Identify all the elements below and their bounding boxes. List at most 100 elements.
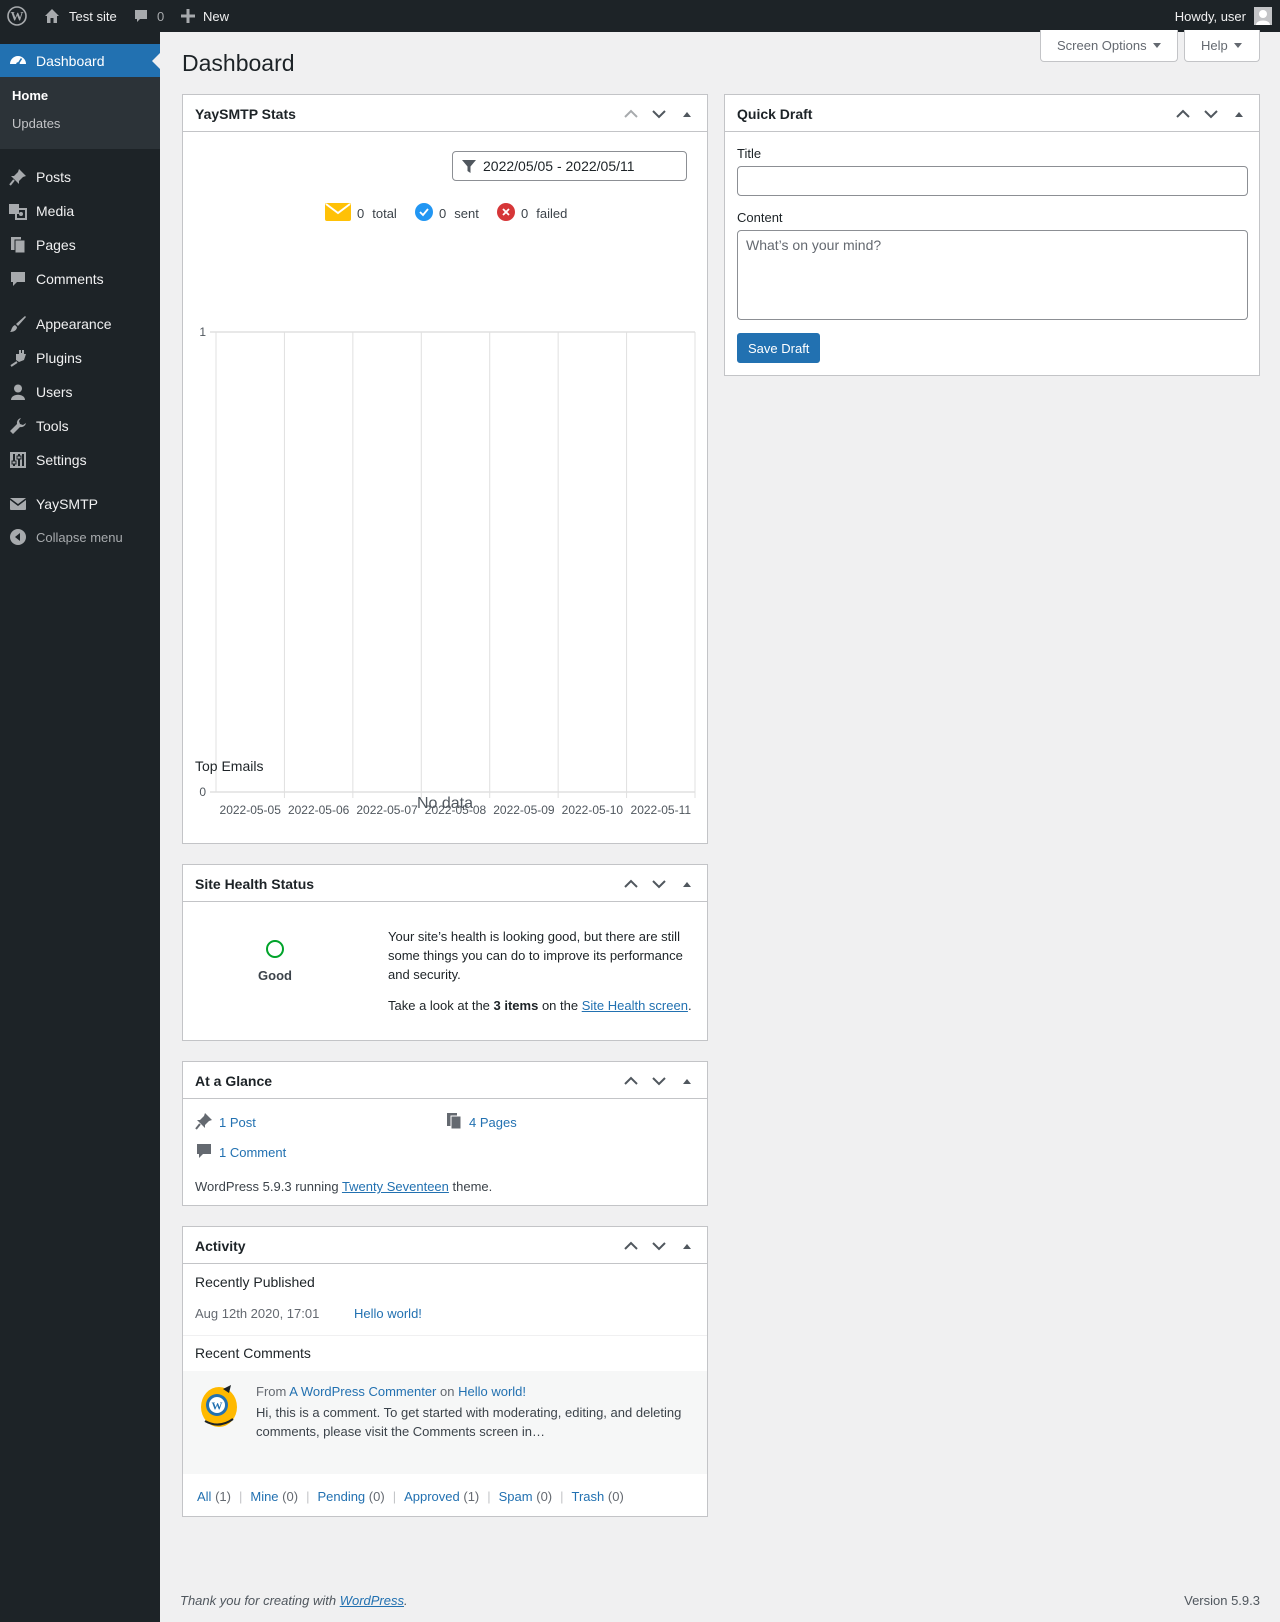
comment-icon (8, 269, 28, 289)
dashboard-icon (8, 51, 28, 71)
comment-post-link[interactable]: Hello world! (458, 1384, 526, 1399)
move-down-icon[interactable] (647, 104, 671, 124)
filter-all[interactable]: All (1) (197, 1489, 231, 1504)
settings-icon (8, 450, 28, 470)
move-down-icon[interactable] (647, 874, 671, 894)
sidebar-item-tools[interactable]: Tools (0, 409, 160, 443)
draft-content-textarea[interactable] (737, 230, 1248, 320)
toggle-panel-icon[interactable] (675, 1071, 699, 1091)
filter-pending[interactable]: Pending (0) (317, 1489, 384, 1504)
wordpress-version-text: WordPress 5.9.3 running Twenty Seventeen… (195, 1179, 492, 1194)
comment-author-link[interactable]: A WordPress Commenter (289, 1384, 436, 1399)
move-down-icon[interactable] (1199, 104, 1223, 124)
glance-pages[interactable]: 4 Pages (445, 1112, 517, 1133)
filter-approved-link[interactable]: Approved (404, 1489, 460, 1504)
health-items-count: 3 items (493, 998, 539, 1013)
email-stats-chart: 102022-05-05 2022-05-06 2022-05-07 2022-05-… (199, 325, 696, 817)
envelope-icon (8, 494, 28, 514)
at-a-glance-widget: At a Glance 1 Post 4 Pages 1 Comment Wor… (182, 1061, 708, 1206)
theme-link[interactable]: Twenty Seventeen (342, 1179, 449, 1194)
move-up-icon[interactable] (1171, 104, 1195, 124)
move-up-icon[interactable] (619, 1236, 643, 1256)
filter-mine[interactable]: Mine (0) (250, 1489, 298, 1504)
move-down-icon[interactable] (647, 1071, 671, 1091)
filter-approved[interactable]: Approved (1) (404, 1489, 479, 1504)
admin-sidebar: Dashboard Home Updates Posts Media Pages… (0, 32, 160, 1622)
new-content-link[interactable]: New (181, 0, 229, 32)
health-action-pre: Take a look at the (388, 998, 494, 1013)
yaysmtp-stats-widget: YaySMTP Stats 2022/05/05 - 2022/05/11 0 … (182, 94, 708, 844)
sidebar-item-settings[interactable]: Settings (0, 443, 160, 477)
my-account-link[interactable]: Howdy, user (1175, 0, 1272, 32)
wordpress-logo-icon[interactable]: W (7, 0, 27, 32)
filter-trash-link[interactable]: Trash (572, 1489, 605, 1504)
move-down-icon[interactable] (647, 1236, 671, 1256)
stat-failed-label: failed (536, 206, 568, 221)
toggle-panel-icon[interactable] (1227, 104, 1251, 124)
health-status-label: Good (258, 968, 292, 983)
stat-sent-value: 0 (439, 206, 447, 221)
help-button[interactable]: Help (1184, 30, 1260, 62)
stat-sent: 0 sent (415, 203, 479, 224)
sidebar-item-users[interactable]: Users (0, 375, 160, 409)
date-range-filter[interactable]: 2022/05/05 - 2022/05/11 (452, 151, 687, 181)
wrench-icon (8, 416, 28, 436)
toggle-panel-icon[interactable] (675, 874, 699, 894)
sidebar-item-posts[interactable]: Posts (0, 160, 160, 194)
move-up-icon[interactable] (619, 874, 643, 894)
footer-version: Version 5.9.3 (1184, 1593, 1260, 1608)
collapse-menu-button[interactable]: Collapse menu (0, 520, 160, 554)
comments-link[interactable]: 0 (133, 0, 164, 32)
widget-header: Quick Draft (725, 95, 1259, 132)
separator: | (392, 1489, 397, 1504)
svg-text:W: W (11, 9, 24, 24)
draft-title-input[interactable] (737, 166, 1248, 196)
title-label: Title (737, 146, 762, 161)
stat-failed-value: 0 (521, 206, 529, 221)
sidebar-subitem-updates[interactable]: Updates (12, 116, 60, 131)
move-up-icon[interactable] (619, 104, 643, 124)
filter-approved-count: (1) (463, 1489, 480, 1504)
stat-sent-label: sent (454, 206, 479, 221)
stat-total-label: total (372, 206, 397, 221)
pin-icon (8, 167, 28, 187)
pages-count-link[interactable]: 4 Pages (469, 1115, 517, 1130)
site-name-link[interactable]: Test site (43, 0, 117, 32)
sidebar-item-media[interactable]: Media (0, 194, 160, 228)
comments-count-link[interactable]: 1 Comment (219, 1145, 286, 1160)
filter-mine-link[interactable]: Mine (250, 1489, 278, 1504)
dashboard-submenu: Home Updates (0, 77, 160, 149)
y-tick-label: 1 (199, 325, 206, 339)
sidebar-item-yaysmtp[interactable]: YaySMTP (0, 487, 160, 521)
filter-trash[interactable]: Trash (0) (572, 1489, 624, 1504)
posts-count-link[interactable]: 1 Post (219, 1115, 256, 1130)
wordpress-link[interactable]: WordPress (340, 1593, 404, 1608)
widget-header: At a Glance (183, 1062, 707, 1099)
filter-spam-link[interactable]: Spam (499, 1489, 533, 1504)
recent-post-link[interactable]: Hello world! (354, 1306, 422, 1321)
filter-pending-link[interactable]: Pending (317, 1489, 365, 1504)
save-draft-button[interactable]: Save Draft (737, 333, 821, 363)
toggle-panel-icon[interactable] (675, 1236, 699, 1256)
new-label: New (203, 8, 230, 24)
sidebar-item-pages[interactable]: Pages (0, 228, 160, 262)
filter-spam[interactable]: Spam (0) (499, 1489, 552, 1504)
health-action-text: Take a look at the 3 items on the Site H… (388, 998, 703, 1013)
post-date: Aug 12th 2020, 17:01 (195, 1306, 320, 1321)
sidebar-item-dashboard[interactable]: Dashboard (0, 44, 160, 78)
move-up-icon[interactable] (619, 1071, 643, 1091)
glance-comments[interactable]: 1 Comment (195, 1142, 286, 1163)
sidebar-item-plugins[interactable]: Plugins (0, 341, 160, 375)
sidebar-subitem-home[interactable]: Home (12, 88, 48, 103)
stat-total: 0 total (325, 203, 397, 224)
site-health-screen-link[interactable]: Site Health screen (582, 998, 688, 1013)
svg-text:W: W (212, 1401, 223, 1413)
screen-options-button[interactable]: Screen Options (1040, 30, 1178, 62)
widget-header: Site Health Status (183, 865, 707, 902)
glance-posts[interactable]: 1 Post (195, 1112, 256, 1133)
toggle-panel-icon[interactable] (675, 104, 699, 124)
no-data-text: No data (416, 795, 474, 812)
filter-all-link[interactable]: All (197, 1489, 211, 1504)
sidebar-item-appearance[interactable]: Appearance (0, 307, 160, 341)
sidebar-item-comments[interactable]: Comments (0, 262, 160, 296)
